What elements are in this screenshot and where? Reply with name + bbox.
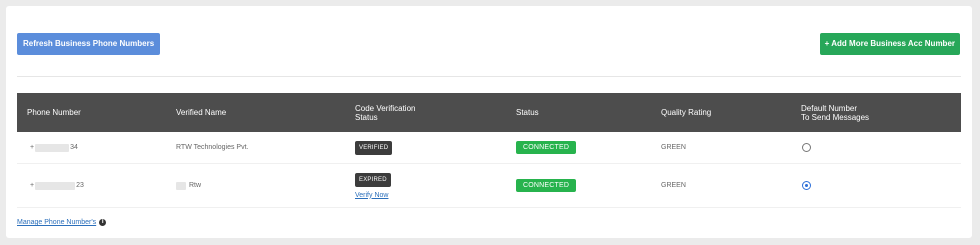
table-row: + 34 RTW Technologies Pvt. VERIFIED CONN…	[17, 132, 961, 164]
redacted-name	[176, 181, 186, 190]
status-badge: CONNECTED	[516, 141, 577, 154]
manage-phone-numbers-link[interactable]: Manage Phone Number's	[17, 219, 96, 226]
code-status-badge: EXPIRED	[355, 172, 391, 187]
header-default-number: Default Number To Send Messages	[801, 103, 870, 122]
phone-numbers-table: Phone Number Verified Name Code Verifica…	[17, 93, 961, 208]
table-header: Phone Number Verified Name Code Verifica…	[17, 93, 961, 132]
default-number-cell	[802, 132, 811, 163]
phone-number-cell: + 23	[30, 181, 84, 190]
add-business-number-button[interactable]: + Add More Business Acc Number	[819, 33, 960, 55]
verified-name-cell: RTW Technologies Pvt.	[176, 144, 249, 151]
header-status: Status	[516, 108, 539, 117]
phone-number-cell: + 34	[30, 143, 78, 152]
refresh-phone-numbers-button[interactable]: Refresh Business Phone Numbers	[17, 33, 161, 55]
verified-name-cell: Rtw	[176, 164, 201, 207]
code-status-badge: VERIFIED	[355, 140, 393, 155]
status-cell: CONNECTED	[516, 132, 577, 163]
info-icon[interactable]: i	[99, 219, 107, 226]
code-status-cell: VERIFIED	[355, 132, 393, 163]
header-quality-rating: Quality Rating	[661, 108, 712, 117]
header-verified-name: Verified Name	[176, 108, 227, 117]
default-number-cell	[802, 164, 811, 207]
default-number-radio[interactable]	[802, 143, 811, 152]
verify-now-link[interactable]: Verify Now	[355, 192, 388, 199]
manage-phone-numbers: Manage Phone Number's i	[17, 219, 107, 226]
code-status-cell: EXPIRED Verify Now	[355, 164, 391, 207]
default-number-radio[interactable]	[802, 181, 811, 190]
status-cell: CONNECTED	[516, 164, 577, 207]
redacted-digits	[35, 181, 76, 190]
quality-rating-cell: GREEN	[661, 144, 686, 151]
divider	[17, 76, 961, 77]
table-row: + 23 Rtw EXPIRED Verify Now CONNECTED GR…	[17, 164, 961, 208]
phone-numbers-card: Refresh Business Phone Numbers + Add Mor…	[6, 6, 972, 238]
header-code-verification-status: Code Verification Status	[355, 103, 416, 122]
quality-rating-cell: GREEN	[661, 182, 686, 189]
header-phone-number: Phone Number	[27, 108, 81, 117]
status-badge: CONNECTED	[516, 179, 577, 192]
redacted-digits	[35, 143, 70, 152]
